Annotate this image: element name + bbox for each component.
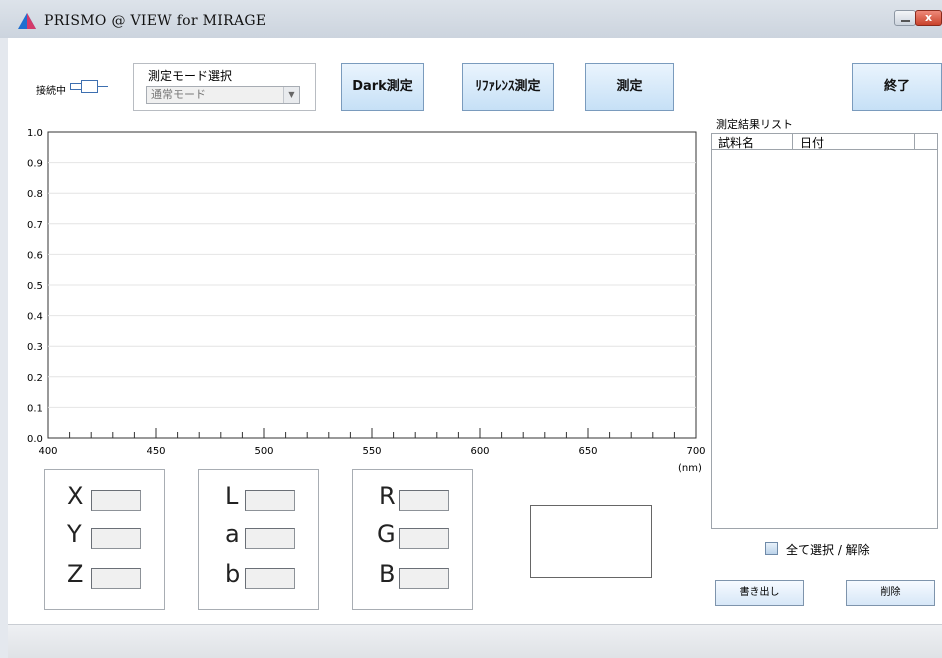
y-value-field <box>91 528 141 549</box>
blue-label: B <box>379 560 396 588</box>
lab-group: L a b <box>198 469 319 610</box>
chevron-down-icon[interactable]: ▼ <box>283 87 299 103</box>
status-bar <box>8 624 942 658</box>
xyz-group: X Y Z <box>44 469 165 610</box>
connection-status-label: 接続中 <box>36 86 66 97</box>
x-tick-label: 600 <box>470 446 489 457</box>
y-tick-label: 0.4 <box>27 312 43 323</box>
a-label: a <box>225 520 240 548</box>
rgb-group: R G B <box>352 469 473 610</box>
z-label: Z <box>67 560 84 588</box>
xyz-row-x: X <box>45 480 164 520</box>
xyz-row-z: Z <box>45 558 164 598</box>
y-tick-label: 0.3 <box>27 342 43 353</box>
x-axis-unit: (nm) <box>678 463 702 474</box>
x-tick-label: 650 <box>578 446 597 457</box>
dark-measure-button[interactable]: Dark測定 <box>341 63 424 111</box>
y-tick-label: 0.7 <box>27 220 43 231</box>
l-label: L <box>225 482 239 510</box>
lab-row-l: L <box>199 480 318 520</box>
y-tick-label: 0.2 <box>27 373 43 384</box>
l-value-field <box>245 490 295 511</box>
close-button[interactable]: x <box>915 10 942 26</box>
z-value-field <box>91 568 141 589</box>
measure-button[interactable]: 測定 <box>585 63 674 111</box>
y-tick-label: 0.5 <box>27 281 43 292</box>
reference-measure-button[interactable]: ﾘﾌｧﾚﾝｽ測定 <box>462 63 554 111</box>
mode-selected-value: 通常モード <box>151 88 206 101</box>
mode-select[interactable]: 通常モード ▼ <box>146 86 300 104</box>
y-tick-label: 0.8 <box>27 189 43 200</box>
b-label: b <box>225 560 241 588</box>
window-title: PRISMO @ VIEW for MIRAGE <box>44 13 267 29</box>
x-label: X <box>67 482 84 510</box>
color-preview-swatch <box>530 505 652 578</box>
app-logo-icon <box>18 13 36 29</box>
x-tick-label: 550 <box>362 446 381 457</box>
a-value-field <box>245 528 295 549</box>
x-tick-label: 500 <box>254 446 273 457</box>
x-tick-label: 700 <box>686 446 705 457</box>
r-value-field <box>399 490 449 511</box>
y-tick-label: 0.1 <box>27 403 43 414</box>
g-value-field <box>399 528 449 549</box>
xyz-row-y: Y <box>45 518 164 558</box>
select-all-checkbox[interactable] <box>765 542 778 555</box>
delete-button[interactable]: 削除 <box>846 580 935 606</box>
x-tick-label: 400 <box>38 446 57 457</box>
x-value-field <box>91 490 141 511</box>
lab-row-b: b <box>199 558 318 598</box>
y-tick-label: 0.6 <box>27 250 43 261</box>
r-label: R <box>379 482 396 510</box>
rgb-row-g: G <box>353 518 472 558</box>
rgb-row-r: R <box>353 480 472 520</box>
minimize-button[interactable] <box>894 10 916 26</box>
column-divider[interactable] <box>792 134 793 150</box>
g-label: G <box>377 520 396 548</box>
blue-value-field <box>399 568 449 589</box>
x-tick-label: 450 <box>146 446 165 457</box>
export-button[interactable]: 書き出し <box>715 580 804 606</box>
results-list[interactable]: 試料名 日付 <box>711 133 938 529</box>
y-label: Y <box>67 520 82 548</box>
title-bar[interactable]: PRISMO @ VIEW for MIRAGE x <box>0 0 942 38</box>
y-tick-label: 0.9 <box>27 159 43 170</box>
results-list-header: 試料名 日付 <box>712 134 937 150</box>
lab-row-a: a <box>199 518 318 558</box>
connector-icon <box>70 80 108 93</box>
mode-label: 測定モード選択 <box>148 69 233 83</box>
b-value-field <box>245 568 295 589</box>
column-header-date[interactable]: 日付 <box>800 134 824 151</box>
y-tick-label: 1.0 <box>27 128 43 139</box>
column-header-sample-name[interactable]: 試料名 <box>718 134 754 151</box>
rgb-row-b: B <box>353 558 472 598</box>
spectrum-chart: 0.0 0.1 0.2 0.3 0.4 0.5 0.6 0.7 0.8 0.9 1.0 400 450… <box>27 128 706 474</box>
results-list-label: 測定結果リスト <box>716 118 793 131</box>
select-all-label[interactable]: 全て選択 / 解除 <box>786 541 870 558</box>
exit-button[interactable]: 終了 <box>852 63 942 111</box>
column-divider[interactable] <box>914 134 915 150</box>
y-axis-ticks: 0.0 0.1 0.2 0.3 0.4 0.5 0.6 0.7 0.8 0.9 1.0 <box>27 128 43 445</box>
y-tick-label: 0.0 <box>27 434 43 445</box>
